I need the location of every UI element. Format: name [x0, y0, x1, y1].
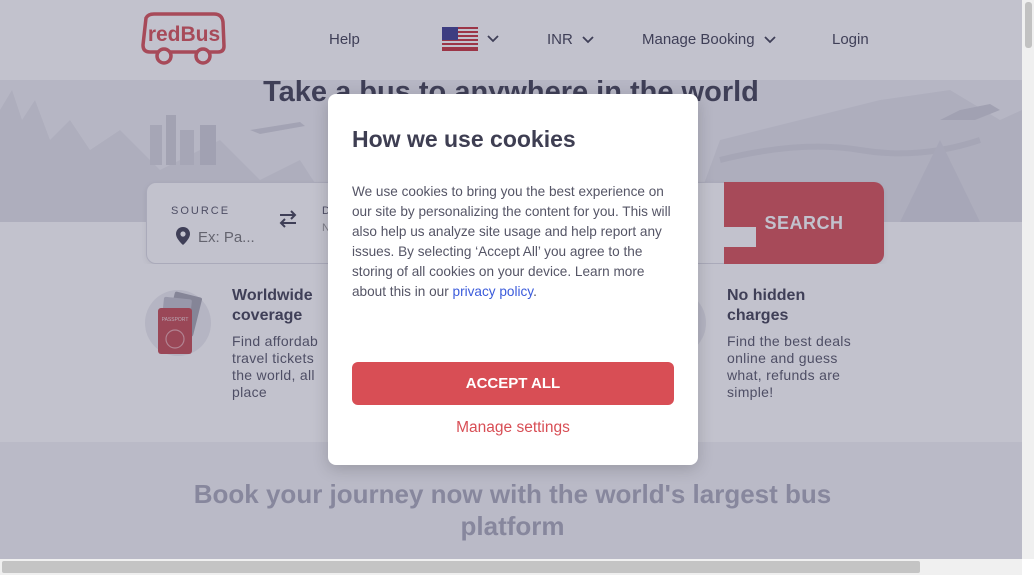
- privacy-policy-link[interactable]: privacy policy: [453, 284, 534, 299]
- manage-settings-link[interactable]: Manage settings: [352, 419, 674, 437]
- cookie-dialog-body: We use cookies to bring you the best exp…: [352, 184, 671, 299]
- scrollbar-corner: [1022, 559, 1034, 575]
- vertical-scrollbar-thumb[interactable]: [1025, 2, 1032, 48]
- vertical-scrollbar[interactable]: [1022, 0, 1034, 559]
- horizontal-scrollbar-thumb[interactable]: [2, 561, 920, 573]
- cookie-consent-dialog: How we use cookies We use cookies to bri…: [328, 94, 698, 465]
- page: redBus Help INR Manage Booking Login Tak…: [0, 0, 1022, 559]
- accept-all-button[interactable]: ACCEPT ALL: [352, 362, 674, 405]
- cookie-dialog-title: How we use cookies: [352, 126, 576, 152]
